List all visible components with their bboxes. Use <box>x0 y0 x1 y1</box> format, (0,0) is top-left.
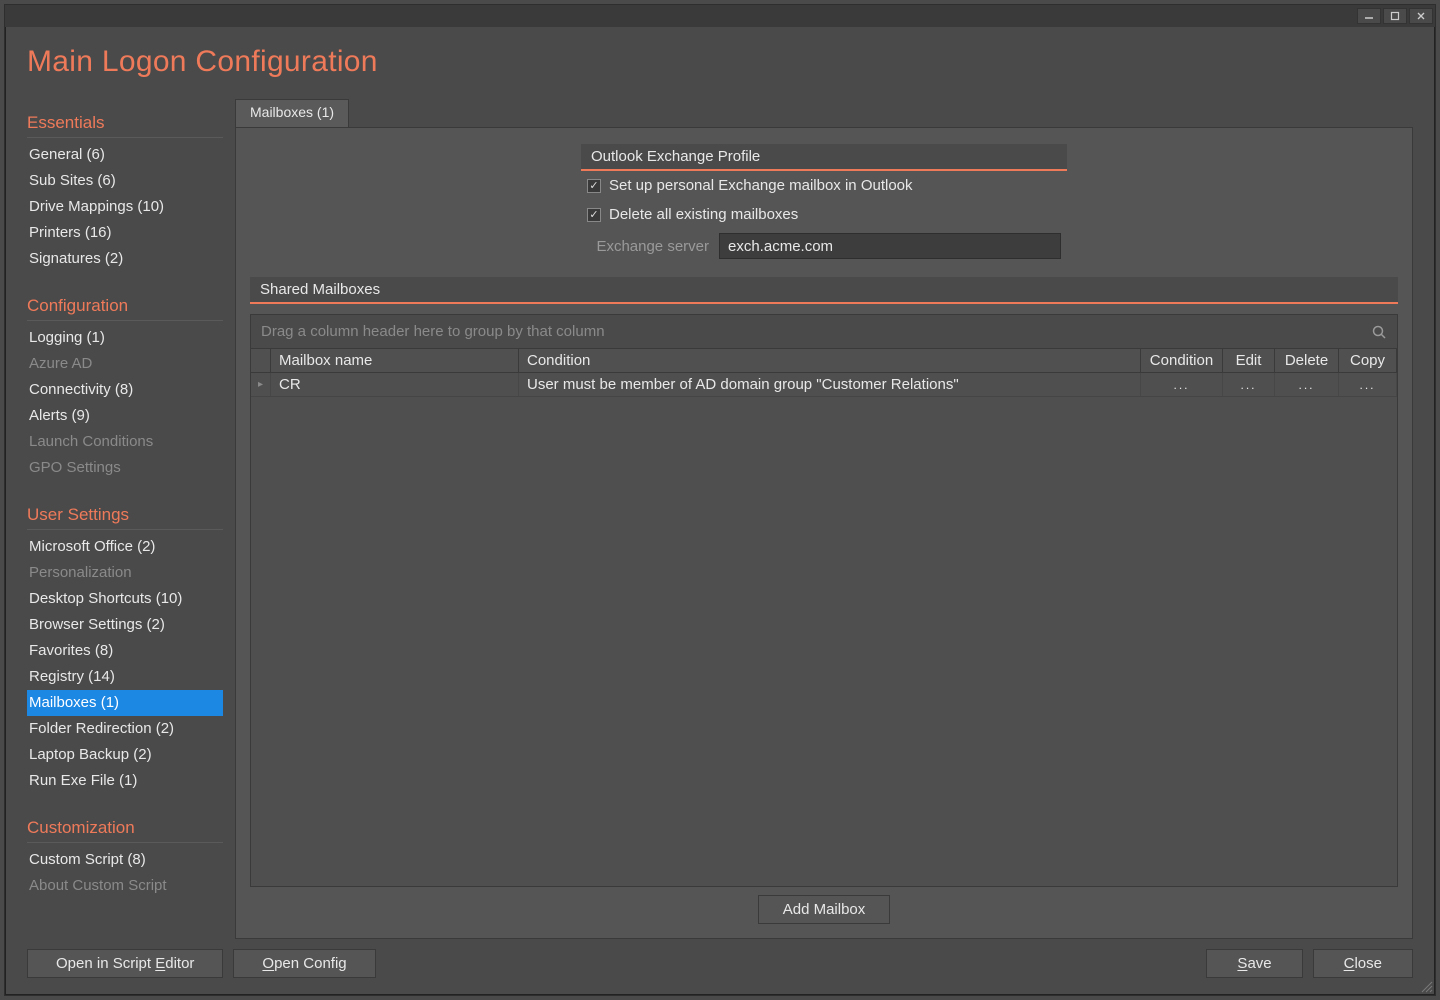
shared-mailboxes-group: Shared Mailboxes <box>250 277 1398 304</box>
search-icon[interactable] <box>1371 324 1387 340</box>
sidebar-item[interactable]: Laptop Backup (2) <box>27 742 223 768</box>
window: Main Logon Configuration Essentials Gener… <box>4 4 1436 996</box>
sidebar-section-header: User Settings <box>27 497 223 530</box>
grid-col-condition[interactable]: Condition <box>1141 349 1223 372</box>
grid-col-name[interactable]: Mailbox name <box>271 349 519 372</box>
sidebar-item[interactable]: Signatures (2) <box>27 246 223 272</box>
checkbox-label: Delete all existing mailboxes <box>609 206 798 223</box>
sidebar-item: Launch Conditions <box>27 429 223 455</box>
grid-col-handle <box>251 349 271 372</box>
tab-mailboxes[interactable]: Mailboxes (1) <box>235 99 349 127</box>
sidebar-item[interactable]: Sub Sites (6) <box>27 168 223 194</box>
maximize-button[interactable] <box>1383 8 1407 24</box>
grid-col-condition-text[interactable]: Condition <box>519 349 1141 372</box>
close-dialog-button[interactable]: Close <box>1313 949 1413 978</box>
grid-group-hint: Drag a column header here to group by th… <box>261 323 605 340</box>
grid-col-edit[interactable]: Edit <box>1223 349 1275 372</box>
sidebar-item[interactable]: Registry (14) <box>27 664 223 690</box>
sidebar-item[interactable]: Microsoft Office (2) <box>27 534 223 560</box>
add-mailbox-button[interactable]: Add Mailbox <box>758 895 891 924</box>
grid-col-delete[interactable]: Delete <box>1275 349 1339 372</box>
table-row[interactable]: ▸CRUser must be member of AD domain grou… <box>251 373 1397 397</box>
titlebar <box>5 5 1435 27</box>
grid-col-copy[interactable]: Copy <box>1339 349 1397 372</box>
sidebar-item: Personalization <box>27 560 223 586</box>
grid-body: ▸CRUser must be member of AD domain grou… <box>251 373 1397 886</box>
sidebar-item[interactable]: Browser Settings (2) <box>27 612 223 638</box>
footer: Open in Script Editor Open Config Save C… <box>27 939 1413 987</box>
sidebar-item[interactable]: Mailboxes (1) <box>27 690 223 716</box>
group-header-outlook: Outlook Exchange Profile <box>581 144 1067 171</box>
open-config-button[interactable]: Open Config <box>233 949 375 978</box>
cell-condition-button[interactable]: ... <box>1141 373 1223 396</box>
exchange-server-row: Exchange server <box>581 229 1067 263</box>
group-header-shared: Shared Mailboxes <box>250 277 1398 304</box>
cell-edit-button[interactable]: ... <box>1223 373 1275 396</box>
exchange-server-label: Exchange server <box>587 238 719 255</box>
cell-name: CR <box>271 373 519 396</box>
sidebar-item: Azure AD <box>27 351 223 377</box>
cell-condition-text: User must be member of AD domain group "… <box>519 373 1141 396</box>
page-title: Main Logon Configuration <box>27 45 1413 79</box>
sidebar-item[interactable]: Printers (16) <box>27 220 223 246</box>
sidebar-item[interactable]: Connectivity (8) <box>27 377 223 403</box>
cell-delete-button[interactable]: ... <box>1275 373 1339 396</box>
checkbox-setup-mailbox[interactable]: ✓ Set up personal Exchange mailbox in Ou… <box>581 171 1067 200</box>
mailboxes-grid: Drag a column header here to group by th… <box>250 314 1398 887</box>
sidebar-item[interactable]: Desktop Shortcuts (10) <box>27 586 223 612</box>
checkmark-icon: ✓ <box>587 179 601 193</box>
sidebar-item[interactable]: General (6) <box>27 142 223 168</box>
checkbox-delete-existing[interactable]: ✓ Delete all existing mailboxes <box>581 200 1067 229</box>
resize-grip-icon[interactable] <box>1419 979 1433 993</box>
content: Main Logon Configuration Essentials Gener… <box>5 27 1435 995</box>
sidebar-item[interactable]: Logging (1) <box>27 325 223 351</box>
panel-body: Outlook Exchange Profile ✓ Set up person… <box>235 127 1413 939</box>
sidebar-item: GPO Settings <box>27 455 223 481</box>
grid-group-panel[interactable]: Drag a column header here to group by th… <box>251 315 1397 349</box>
grid-header: Mailbox name Condition Condition Edit De… <box>251 349 1397 373</box>
sidebar-section-header: Customization <box>27 810 223 843</box>
save-button[interactable]: Save <box>1206 949 1302 978</box>
open-script-editor-button[interactable]: Open in Script Editor <box>27 949 223 978</box>
sidebar-section-header: Essentials <box>27 105 223 138</box>
sidebar-item: About Custom Script <box>27 873 223 899</box>
sidebar-item[interactable]: Run Exe File (1) <box>27 768 223 794</box>
tabs: Mailboxes (1) <box>235 99 1413 127</box>
sidebar-item[interactable]: Favorites (8) <box>27 638 223 664</box>
cell-copy-button[interactable]: ... <box>1339 373 1397 396</box>
checkbox-label: Set up personal Exchange mailbox in Outl… <box>609 177 913 194</box>
outlook-profile-group: Outlook Exchange Profile ✓ Set up person… <box>581 144 1067 263</box>
checkmark-icon: ✓ <box>587 208 601 222</box>
sidebar-section-header: Configuration <box>27 288 223 321</box>
minimize-button[interactable] <box>1357 8 1381 24</box>
close-button[interactable] <box>1409 8 1433 24</box>
sidebar: Essentials General (6)Sub Sites (6)Drive … <box>27 99 223 939</box>
main-panel: Mailboxes (1) Outlook Exchange Profile ✓… <box>235 99 1413 939</box>
sidebar-item[interactable]: Alerts (9) <box>27 403 223 429</box>
row-indicator-icon: ▸ <box>251 373 271 396</box>
sidebar-item[interactable]: Custom Script (8) <box>27 847 223 873</box>
sidebar-item[interactable]: Folder Redirection (2) <box>27 716 223 742</box>
sidebar-item[interactable]: Drive Mappings (10) <box>27 194 223 220</box>
exchange-server-input[interactable] <box>719 233 1061 259</box>
